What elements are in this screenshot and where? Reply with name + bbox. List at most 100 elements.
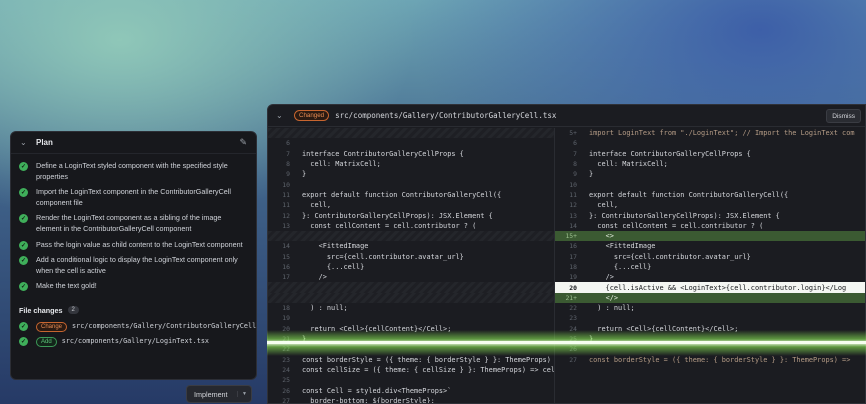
check-icon: ✓ bbox=[19, 282, 28, 292]
plan-steps: ✓ Define a LoginText styled component wit… bbox=[11, 154, 256, 292]
code-line: 22 ) : null; bbox=[555, 303, 865, 313]
code-line bbox=[268, 230, 554, 242]
code-text: {...cell} bbox=[302, 263, 365, 271]
code-text: interface ContributorGalleryCellProps { bbox=[589, 149, 751, 158]
line-number: 20 bbox=[569, 283, 577, 292]
chevron-down-icon[interactable]: ▼ bbox=[237, 391, 251, 397]
line-number: 5+ bbox=[569, 129, 577, 138]
code-text: } bbox=[302, 335, 307, 344]
plan-step-text: Pass the login value as child content to… bbox=[36, 239, 243, 249]
line-number: 7 bbox=[573, 149, 577, 158]
line-number: 12 bbox=[282, 211, 290, 220]
code-line: 10 bbox=[555, 179, 865, 189]
code-text: const borderStyle = ({ theme: { borderSt… bbox=[302, 355, 555, 364]
code-line: 18 ) : null; bbox=[268, 303, 554, 313]
code-text: <> bbox=[589, 232, 614, 241]
line-number: 15 bbox=[282, 252, 290, 261]
line-number: 18 bbox=[282, 304, 290, 313]
code-line bbox=[268, 128, 554, 139]
line-number: 20 bbox=[282, 324, 290, 333]
line-number: 10 bbox=[282, 180, 290, 189]
code-line: 7 interface ContributorGalleryCellProps { bbox=[555, 149, 865, 159]
line-number: 19 bbox=[282, 314, 290, 323]
line-number: 26 bbox=[282, 386, 290, 395]
code-text: }: ContributorGalleryCellProps): JSX.Ele… bbox=[589, 211, 780, 220]
code-text: <FittedImage bbox=[302, 242, 369, 251]
line-number: 17 bbox=[282, 273, 290, 282]
file-change-row[interactable]: ✓ Add src/components/Gallery/LoginText.t… bbox=[11, 334, 256, 349]
edit-icon[interactable]: ✎ bbox=[239, 137, 247, 148]
code-text: const borderStyle = ({ theme: { borderSt… bbox=[589, 355, 851, 364]
chevron-down-icon[interactable]: ⌄ bbox=[276, 111, 288, 120]
plan-step: ✓ Define a LoginText styled component wit… bbox=[19, 161, 248, 182]
plan-step-text: Add a conditional logic to display the L… bbox=[36, 255, 238, 275]
code-text: }: ContributorGalleryCellProps): JSX.Ele… bbox=[302, 211, 493, 220]
code-text: <FittedImage bbox=[589, 242, 656, 251]
line-number: 14 bbox=[282, 242, 290, 251]
line-number: 12 bbox=[569, 201, 577, 210]
code-line: 22 bbox=[268, 344, 554, 354]
plan-step: ✓ Pass the login value as child content t… bbox=[19, 240, 248, 251]
add-badge: Add bbox=[36, 336, 57, 347]
code-line: 20 {cell.isActive && <LoginText>{cell.co… bbox=[555, 282, 865, 293]
line-number: 18 bbox=[569, 263, 577, 271]
chevron-down-icon[interactable]: ⌄ bbox=[20, 138, 32, 147]
line-number: 7 bbox=[286, 149, 290, 158]
dismiss-button[interactable]: Dismiss bbox=[826, 109, 861, 123]
diff-modified-pane[interactable]: 5+ import LoginText from "./LoginText"; /… bbox=[555, 128, 865, 403]
plan-step: ✓ Make the text gold! bbox=[19, 281, 248, 292]
code-line: 19 /> bbox=[555, 272, 865, 282]
code-line: 16 {...cell} bbox=[268, 262, 554, 272]
code-line: 27 const borderStyle = ({ theme: { border… bbox=[555, 355, 865, 365]
diff-header: ⌄ Changed src/components/Gallery/Contrib… bbox=[268, 105, 865, 127]
plan-title: Plan bbox=[36, 138, 53, 147]
code-text: src={cell.contributor.avatar_url} bbox=[302, 252, 464, 261]
diff-panel: ⌄ Changed src/components/Gallery/Contrib… bbox=[267, 104, 866, 404]
change-badge: Change bbox=[36, 321, 68, 332]
file-change-row[interactable]: ✓ Change src/components/Gallery/Contribu… bbox=[11, 319, 256, 334]
check-icon: ✓ bbox=[19, 256, 28, 266]
plan-step: ✓ Import the LoginText component in the C… bbox=[19, 187, 248, 208]
code-text: import LoginText from "./LoginText"; // … bbox=[589, 129, 855, 138]
code-text: return <Cell>{cellContent}</Cell>; bbox=[589, 324, 739, 333]
code-line: 9} bbox=[555, 169, 865, 179]
line-number: 8 bbox=[573, 160, 577, 169]
line-number: 6 bbox=[286, 139, 290, 148]
plan-step-text: Import the LoginText component in the Co… bbox=[36, 187, 231, 207]
code-line: 17 /> bbox=[268, 272, 554, 282]
plan-step-text: Render the LoginText component as a sibl… bbox=[36, 213, 222, 233]
code-line: 7 interface ContributorGalleryCellProps { bbox=[268, 149, 554, 159]
line-number: 11 bbox=[569, 190, 577, 199]
code-text: src={cell.contributor.avatar_url} bbox=[589, 252, 751, 261]
plan-step-text: Define a LoginText styled component with… bbox=[36, 161, 228, 181]
code-text: return <Cell>{cellContent}</Cell>; bbox=[302, 324, 452, 333]
code-line bbox=[268, 282, 554, 293]
code-line: 26 const Cell = styled.div<ThemeProps>` bbox=[268, 385, 554, 395]
code-text: cell, bbox=[589, 201, 619, 210]
code-line: 14 const cellContent = cell.contributor … bbox=[555, 221, 865, 231]
code-line: 6 bbox=[555, 138, 865, 148]
code-text: {...cell} bbox=[589, 263, 652, 271]
code-line: 15 src={cell.contributor.avatar_url} bbox=[268, 252, 554, 262]
code-text: border-bottom: ${borderStyle}; bbox=[302, 396, 435, 404]
line-number: 11 bbox=[282, 201, 290, 210]
plan-step-text: Make the text gold! bbox=[36, 281, 97, 291]
code-line: 27 border-bottom: ${borderStyle}; bbox=[268, 396, 554, 404]
check-icon: ✓ bbox=[19, 321, 28, 331]
line-number: 25 bbox=[569, 335, 577, 344]
code-text: const cellSize = ({ theme: { cellSize } … bbox=[302, 365, 555, 374]
code-line: 13 const cellContent = cell.contributor … bbox=[268, 221, 554, 231]
line-number: 24 bbox=[569, 324, 577, 333]
check-icon: ✓ bbox=[19, 240, 28, 250]
implement-button[interactable]: Implement ▼ bbox=[186, 385, 252, 403]
file-path[interactable]: src/components/Gallery/ContributorGaller… bbox=[72, 321, 256, 331]
file-path[interactable]: src/components/Gallery/LoginText.tsx bbox=[62, 336, 209, 346]
code-line: 16 <FittedImage bbox=[555, 241, 865, 251]
plan-header[interactable]: ⌄ Plan ✎ bbox=[11, 132, 256, 154]
code-text: const cellContent = cell.contributor ? ( bbox=[589, 221, 764, 230]
line-number: 13 bbox=[569, 211, 577, 220]
code-text: cell: MatrixCell; bbox=[589, 160, 668, 169]
diff-original-pane[interactable]: 6 7 interface ContributorGalleryCellProps … bbox=[268, 128, 555, 404]
plan-panel: ⌄ Plan ✎ ✓ Define a LoginText styled comp… bbox=[10, 131, 257, 380]
check-icon: ✓ bbox=[19, 336, 28, 346]
